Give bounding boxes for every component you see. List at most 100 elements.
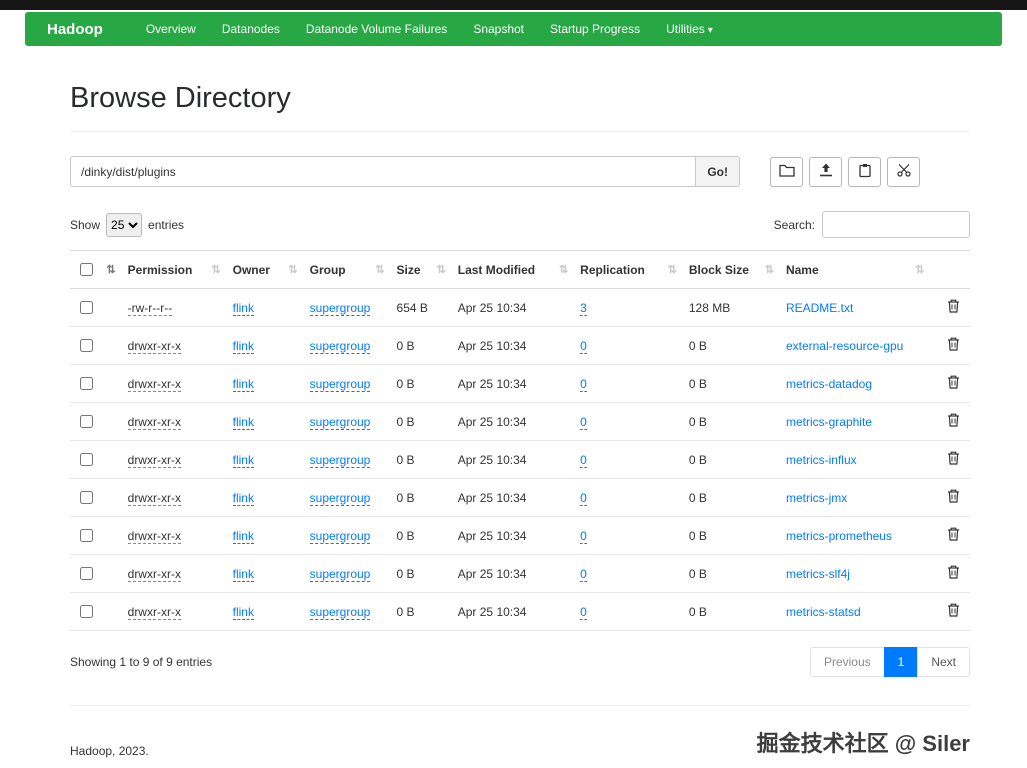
file-name-link[interactable]: metrics-influx bbox=[786, 453, 857, 467]
owner-link[interactable]: flink bbox=[232, 376, 254, 392]
delete-button[interactable] bbox=[943, 527, 964, 544]
row-checkbox[interactable] bbox=[80, 491, 93, 504]
file-name-link[interactable]: metrics-slf4j bbox=[786, 567, 850, 581]
search-input[interactable] bbox=[822, 211, 970, 238]
cut-button[interactable] bbox=[887, 156, 920, 187]
header-group[interactable]: Group bbox=[310, 263, 346, 277]
nav-item-datanodes[interactable]: Datanodes bbox=[209, 22, 293, 36]
file-name-link[interactable]: README.txt bbox=[786, 301, 853, 315]
owner-link[interactable]: flink bbox=[232, 452, 254, 468]
group-link[interactable]: supergroup bbox=[309, 338, 371, 354]
upload-files-button[interactable] bbox=[809, 156, 842, 187]
replication-link[interactable]: 0 bbox=[580, 452, 587, 468]
owner-link[interactable]: flink bbox=[232, 300, 254, 316]
row-checkbox[interactable] bbox=[80, 453, 93, 466]
file-name-link[interactable]: metrics-datadog bbox=[786, 377, 872, 391]
header-replication[interactable]: Replication bbox=[580, 263, 645, 277]
delete-button[interactable] bbox=[943, 337, 964, 354]
owner-link[interactable]: flink bbox=[232, 604, 254, 620]
sort-icon[interactable]: ⇅ bbox=[668, 263, 677, 276]
replication-link[interactable]: 0 bbox=[580, 604, 587, 620]
group-link[interactable]: supergroup bbox=[309, 528, 371, 544]
navbar-brand[interactable]: Hadoop bbox=[47, 21, 103, 38]
owner-link[interactable]: flink bbox=[232, 490, 254, 506]
permission-link[interactable]: drwxr-xr-x bbox=[127, 566, 181, 582]
delete-button[interactable] bbox=[943, 565, 964, 582]
sort-icon[interactable]: ⇅ bbox=[437, 263, 446, 276]
delete-button[interactable] bbox=[943, 451, 964, 468]
row-checkbox[interactable] bbox=[80, 415, 93, 428]
owner-link[interactable]: flink bbox=[232, 566, 254, 582]
row-checkbox[interactable] bbox=[80, 529, 93, 542]
table-row: drwxr-xr-x flink supergroup 0 B Apr 25 10:34… bbox=[70, 440, 970, 479]
replication-link[interactable]: 3 bbox=[580, 300, 587, 316]
file-name-link[interactable]: external-resource-gpu bbox=[786, 339, 903, 353]
sort-icon[interactable]: ⇅ bbox=[211, 263, 220, 276]
group-link[interactable]: supergroup bbox=[309, 414, 371, 430]
go-button[interactable]: Go! bbox=[696, 156, 740, 187]
delete-button[interactable] bbox=[943, 413, 964, 430]
file-name-link[interactable]: metrics-statsd bbox=[786, 605, 861, 619]
row-checkbox[interactable] bbox=[80, 605, 93, 618]
permission-link[interactable]: drwxr-xr-x bbox=[127, 376, 181, 392]
paste-button[interactable] bbox=[848, 156, 881, 187]
owner-link[interactable]: flink bbox=[232, 338, 254, 354]
select-all-checkbox[interactable] bbox=[80, 263, 93, 276]
group-link[interactable]: supergroup bbox=[309, 490, 371, 506]
group-link[interactable]: supergroup bbox=[309, 376, 371, 392]
replication-link[interactable]: 0 bbox=[580, 566, 587, 582]
nav-item-overview[interactable]: Overview bbox=[133, 22, 209, 36]
table-row: -rw-r--r-- flink supergroup 654 B Apr 25 10:… bbox=[70, 288, 970, 327]
row-checkbox[interactable] bbox=[80, 567, 93, 580]
header-last-modified[interactable]: Last Modified bbox=[458, 263, 535, 277]
owner-link[interactable]: flink bbox=[232, 528, 254, 544]
delete-button[interactable] bbox=[943, 299, 964, 316]
permission-link[interactable]: drwxr-xr-x bbox=[127, 452, 181, 468]
nav-item-startup-progress[interactable]: Startup Progress bbox=[537, 22, 653, 36]
sort-icon[interactable]: ⇅ bbox=[915, 263, 924, 276]
delete-button[interactable] bbox=[943, 603, 964, 620]
sort-icon[interactable]: ⇅ bbox=[106, 263, 115, 276]
permission-link[interactable]: drwxr-xr-x bbox=[127, 338, 181, 354]
group-link[interactable]: supergroup bbox=[309, 300, 371, 316]
row-checkbox[interactable] bbox=[80, 377, 93, 390]
replication-link[interactable]: 0 bbox=[580, 490, 587, 506]
permission-link[interactable]: drwxr-xr-x bbox=[127, 528, 181, 544]
folder-icon bbox=[778, 163, 795, 180]
permission-link[interactable]: -rw-r--r-- bbox=[127, 300, 173, 316]
path-input[interactable] bbox=[70, 156, 697, 187]
header-permission[interactable]: Permission bbox=[128, 263, 193, 277]
sort-icon[interactable]: ⇅ bbox=[765, 263, 774, 276]
replication-link[interactable]: 0 bbox=[580, 528, 587, 544]
title-divider bbox=[70, 131, 970, 132]
header-name[interactable]: Name bbox=[786, 263, 819, 277]
sort-icon[interactable]: ⇅ bbox=[559, 263, 568, 276]
header-size[interactable]: Size bbox=[397, 263, 421, 277]
replication-link[interactable]: 0 bbox=[580, 338, 587, 354]
create-directory-button[interactable] bbox=[770, 156, 803, 187]
permission-link[interactable]: drwxr-xr-x bbox=[127, 604, 181, 620]
group-link[interactable]: supergroup bbox=[309, 566, 371, 582]
permission-link[interactable]: drwxr-xr-x bbox=[127, 490, 181, 506]
permission-link[interactable]: drwxr-xr-x bbox=[127, 414, 181, 430]
group-link[interactable]: supergroup bbox=[309, 604, 371, 620]
row-checkbox[interactable] bbox=[80, 339, 93, 352]
file-name-link[interactable]: metrics-prometheus bbox=[786, 529, 892, 543]
group-link[interactable]: supergroup bbox=[309, 452, 371, 468]
delete-button[interactable] bbox=[943, 375, 964, 392]
page-size-select[interactable]: 25 bbox=[106, 212, 143, 237]
owner-link[interactable]: flink bbox=[232, 414, 254, 430]
sort-icon[interactable]: ⇅ bbox=[375, 263, 384, 276]
header-block-size[interactable]: Block Size bbox=[689, 263, 749, 277]
delete-button[interactable] bbox=[943, 489, 964, 506]
nav-item-datanode-volume-failures[interactable]: Datanode Volume Failures bbox=[293, 22, 460, 36]
file-name-link[interactable]: metrics-graphite bbox=[786, 415, 872, 429]
header-owner[interactable]: Owner bbox=[233, 263, 270, 277]
row-checkbox[interactable] bbox=[80, 301, 93, 314]
file-name-link[interactable]: metrics-jmx bbox=[786, 491, 847, 505]
replication-link[interactable]: 0 bbox=[580, 414, 587, 430]
nav-item-utilities[interactable]: Utilities ▾ bbox=[653, 22, 726, 36]
sort-icon[interactable]: ⇅ bbox=[288, 263, 297, 276]
nav-item-snapshot[interactable]: Snapshot bbox=[460, 22, 537, 36]
replication-link[interactable]: 0 bbox=[580, 376, 587, 392]
